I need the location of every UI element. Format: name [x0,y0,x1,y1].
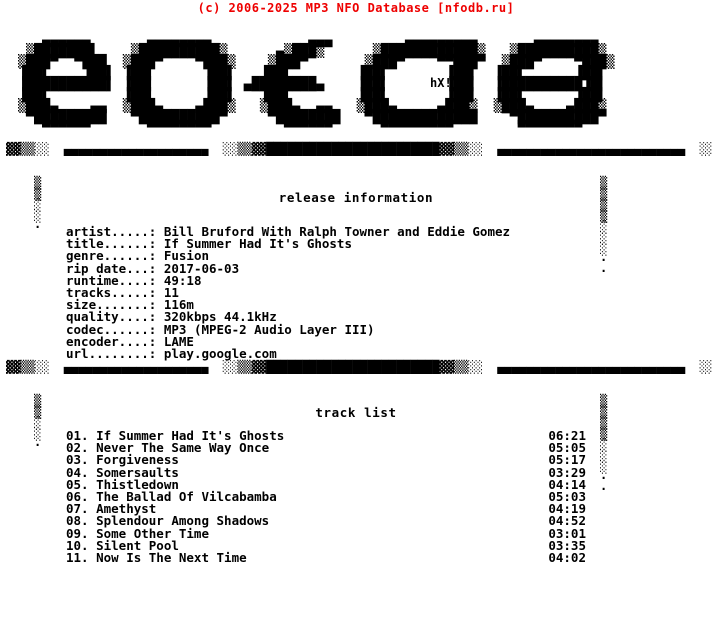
divider-middle: ▓▓▒▒░░ ▄▄▄▄▄▄▄▄▄▄▄▄▄▄▄▄▄▄▄▄ ░░▒▒▓▓██████… [6,360,712,374]
ascii-logo-block: ▄▄▄▄▄▄ ▄▄▄▄▄▄▄▄ ▄▄▄ ▄▄▄▄▄▄▄▄▄ ▄▄▄▄▄▄▄▄ ▒… [0,22,712,142]
side-rail-left-upper: ▒ ▒ ░ ░ · [34,176,42,234]
copyright-banner: (c) 2006-2025 MP3 NFO Database [nfodb.ru… [197,1,515,15]
release-info-row: url........: play.google.com [66,346,510,362]
release-info-value: play.google.com [156,346,277,362]
release-information-list: artist.....: Bill Bruford With Ralph Tow… [66,225,510,362]
section-heading-track-list: track list [315,405,397,420]
track-list: 01. If Summer Had It's Ghosts 06:21 02. Ne… [66,429,586,565]
track-row: 11. Now Is The Next Time 04:02 [66,549,586,565]
track-duration: 04:02 [548,549,586,565]
section-heading-release-information: release information [278,190,434,205]
release-info-label: url........: [66,346,157,362]
ascii-art-logo: ▄▄▄▄▄▄ ▄▄▄▄▄▄▄▄ ▄▄▄ ▄▄▄▄▄▄▄▄▄ ▄▄▄▄▄▄▄▄ ▒… [18,33,615,136]
side-rail-left-lower: ▒ ▒ ░ ░ · [34,394,42,452]
ascii-artist-signature: hX! [430,76,452,90]
divider-top: ▓▓▒▒░░ ▄▄▄▄▄▄▄▄▄▄▄▄▄▄▄▄▄▄▄▄ ░░▒▒▓▓██████… [6,142,712,156]
track-title: 11. Now Is The Next Time [66,549,247,565]
